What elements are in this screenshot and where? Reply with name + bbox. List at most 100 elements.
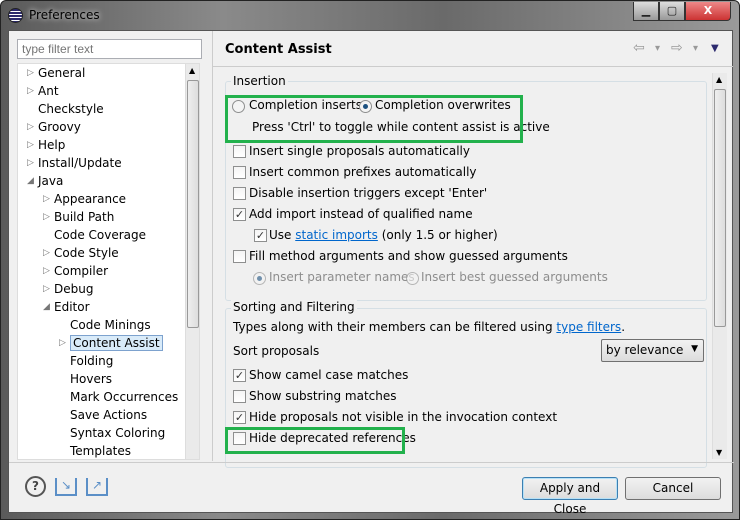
- tree-scroll-thumb[interactable]: [187, 80, 199, 328]
- checkbox-label[interactable]: Hide proposals not visible in the invoca…: [249, 410, 557, 424]
- tree-item-label: Java: [38, 174, 64, 188]
- sort-proposals-label: Sort proposals: [233, 344, 320, 358]
- expanded-arrow-icon[interactable]: ◢: [43, 298, 53, 316]
- tree-item[interactable]: ▷ Help: [27, 136, 65, 154]
- fill-arguments-label[interactable]: Fill method arguments and show guessed a…: [249, 249, 568, 263]
- scroll-up-icon[interactable]: ▲: [189, 66, 195, 75]
- tree-item[interactable]: Code Coverage: [43, 226, 146, 244]
- static-imports-link[interactable]: static imports: [295, 228, 378, 242]
- sash[interactable]: [212, 31, 213, 461]
- title-separator: [213, 66, 733, 67]
- tree-item-label: Code Coverage: [54, 228, 147, 242]
- checkbox[interactable]: ✓: [233, 208, 246, 221]
- collapsed-arrow-icon[interactable]: ▷: [27, 154, 37, 172]
- type-filters-text: Types along with their members can be fi…: [233, 320, 625, 334]
- tree-item[interactable]: Hovers: [59, 370, 112, 388]
- checkbox-label[interactable]: Insert common prefixes automatically: [249, 165, 477, 179]
- preference-tree: ▲ ▷ General ▷ Ant Checkstyle ▷ Groovy ▷ Help ▷ Ins…: [17, 63, 200, 460]
- fill-arguments-checkbox[interactable]: [233, 250, 246, 263]
- close-button[interactable]: X: [685, 2, 731, 21]
- checkbox[interactable]: [233, 166, 246, 179]
- back-icon[interactable]: ⇦: [633, 40, 645, 56]
- static-imports-checkbox[interactable]: ✓: [254, 229, 267, 242]
- tree-item-label: Syntax Coloring: [70, 426, 166, 440]
- tree-item-label: Checkstyle: [38, 102, 104, 116]
- collapsed-arrow-icon[interactable]: ▷: [43, 280, 53, 298]
- collapsed-arrow-icon[interactable]: ▷: [43, 208, 53, 226]
- collapsed-arrow-icon[interactable]: ▷: [43, 244, 53, 262]
- type-filters-link[interactable]: type filters: [556, 320, 621, 334]
- tree-item-label: Install/Update: [38, 156, 122, 170]
- tree-item[interactable]: ▷ Debug: [43, 280, 93, 298]
- checkbox-label[interactable]: Show camel case matches: [249, 368, 408, 382]
- forward-icon[interactable]: ⇨: [671, 40, 683, 56]
- page-scroll-thumb[interactable]: [714, 89, 726, 327]
- view-menu-icon[interactable]: ▼: [711, 43, 719, 54]
- collapsed-arrow-icon[interactable]: ▷: [43, 262, 53, 280]
- checkbox[interactable]: [233, 187, 246, 200]
- sorting-group-label: Sorting and Filtering: [231, 300, 357, 314]
- expanded-arrow-icon[interactable]: ◢: [27, 172, 37, 190]
- page-scrollbar[interactable]: ▲ ▼: [712, 73, 727, 459]
- insert-best-guessed-radio[interactable]: [406, 272, 419, 285]
- static-imports-pre: Use: [269, 228, 296, 242]
- checkbox-label[interactable]: Show substring matches: [249, 389, 397, 403]
- collapsed-arrow-icon[interactable]: ▷: [59, 334, 69, 352]
- tree-item-label: Compiler: [54, 264, 109, 278]
- tree-item[interactable]: Checkstyle: [27, 100, 104, 118]
- tree-item[interactable]: Templates: [59, 442, 131, 459]
- tree-item-label: Build Path: [54, 210, 115, 224]
- help-icon[interactable]: ?: [25, 476, 46, 497]
- checkbox[interactable]: [233, 145, 246, 158]
- checkbox-label[interactable]: Disable insertion triggers except 'Enter…: [249, 186, 487, 200]
- tree-item[interactable]: ◢ Editor: [43, 298, 90, 316]
- scroll-up-icon[interactable]: ▲: [716, 75, 722, 84]
- tree-item[interactable]: ▷ Code Style: [43, 244, 119, 262]
- tree-item[interactable]: ◢ Java: [27, 172, 63, 190]
- collapsed-arrow-icon[interactable]: ▷: [27, 136, 37, 154]
- tree-item[interactable]: ▷ Ant: [27, 82, 59, 100]
- collapsed-arrow-icon[interactable]: ▷: [27, 64, 37, 82]
- collapsed-arrow-icon[interactable]: ▷: [27, 118, 37, 136]
- tree-item[interactable]: ▷ Appearance: [43, 190, 126, 208]
- tree-item-label: Code Minings: [70, 318, 151, 332]
- sort-proposals-select[interactable]: by relevance ▼: [601, 339, 704, 362]
- window-title: Preferences: [29, 8, 100, 22]
- tree-item[interactable]: Folding: [59, 352, 113, 370]
- tree-item[interactable]: Code Minings: [59, 316, 151, 334]
- import-icon[interactable]: ↘: [55, 478, 77, 496]
- scroll-down-icon[interactable]: ▼: [716, 448, 722, 457]
- tree-item-label: Mark Occurrences: [70, 390, 179, 404]
- tree-scrollbar[interactable]: ▲: [185, 64, 199, 459]
- minimize-button[interactable]: ▁: [633, 2, 659, 21]
- tree-item[interactable]: ▷ Content Assist: [59, 334, 163, 352]
- checkbox-label[interactable]: Add import instead of qualified name: [249, 207, 473, 221]
- tree-item[interactable]: Syntax Coloring: [59, 424, 165, 442]
- tree-item[interactable]: Save Actions: [59, 406, 147, 424]
- tree-item[interactable]: ▷ Groovy: [27, 118, 81, 136]
- tree-item[interactable]: ▷ Compiler: [43, 262, 108, 280]
- eclipse-icon: [8, 8, 23, 23]
- export-icon[interactable]: ↗: [86, 478, 108, 496]
- maximize-button[interactable]: ▢: [659, 2, 685, 21]
- cancel-button[interactable]: Cancel: [625, 477, 721, 500]
- collapsed-arrow-icon[interactable]: ▷: [27, 82, 37, 100]
- collapsed-arrow-icon[interactable]: ▷: [43, 190, 53, 208]
- type-filters-pre: Types along with their members can be fi…: [233, 320, 557, 334]
- checkbox[interactable]: [233, 390, 246, 403]
- forward-dropdown-icon[interactable]: ▾: [693, 43, 698, 54]
- tree-item[interactable]: Mark Occurrences: [59, 388, 178, 406]
- tree-item[interactable]: ▷ Build Path: [43, 208, 114, 226]
- insert-parameter-names-radio[interactable]: [253, 272, 266, 285]
- tree-item[interactable]: ▷ General: [27, 64, 85, 82]
- tree-item[interactable]: ▷ Install/Update: [27, 154, 122, 172]
- apply-and-close-button[interactable]: Apply and Close: [522, 477, 618, 516]
- checkbox-label[interactable]: Insert single proposals automatically: [249, 144, 470, 158]
- filter-input[interactable]: [17, 39, 202, 59]
- checkbox[interactable]: ✓: [233, 411, 246, 424]
- checkbox[interactable]: ✓: [233, 369, 246, 382]
- static-imports-post: (only 1.5 or higher): [377, 228, 498, 242]
- back-dropdown-icon[interactable]: ▾: [655, 43, 660, 54]
- insert-parameter-names-label: Insert parameter names: [269, 270, 415, 284]
- tree-item-label: Hovers: [70, 372, 113, 386]
